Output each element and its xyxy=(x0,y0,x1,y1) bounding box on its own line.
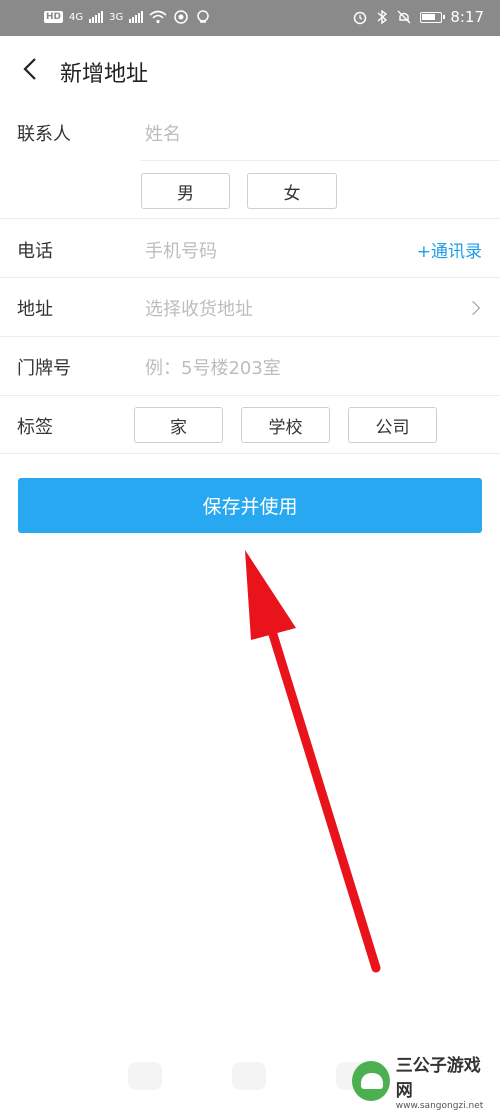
android-logo-icon xyxy=(352,1061,390,1101)
bottom-tab-2 xyxy=(232,1062,266,1090)
bottom-tab-1 xyxy=(128,1062,162,1090)
watermark-url: www.sangongzi.net xyxy=(395,1101,484,1111)
watermark: 三公子游戏网 www.sangongzi.net xyxy=(352,1056,492,1111)
annotation-arrow xyxy=(245,550,381,973)
watermark-text: 三公子游戏网 www.sangongzi.net xyxy=(396,1051,492,1111)
watermark-name: 三公子游戏网 xyxy=(395,1056,481,1101)
bottom-bar: 三公子游戏网 www.sangongzi.net xyxy=(0,1040,500,1111)
